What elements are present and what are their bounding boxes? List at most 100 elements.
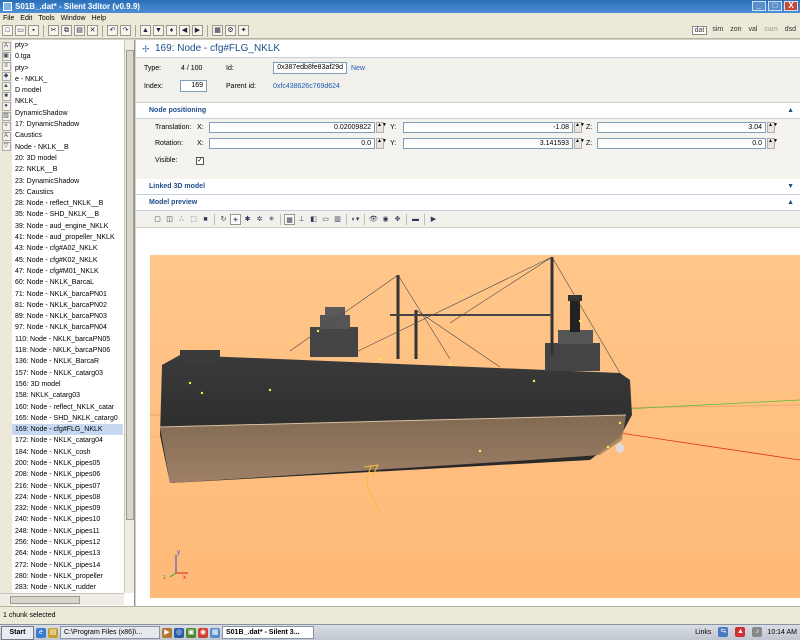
tree-item[interactable]: 208: Node - NKLK_pipes06 bbox=[12, 469, 123, 480]
tab-dsd[interactable]: dsd bbox=[783, 26, 798, 35]
camera-orbit-icon[interactable]: ◉ bbox=[380, 214, 391, 225]
menu-help[interactable]: Help bbox=[92, 15, 106, 22]
maximize-button[interactable]: □ bbox=[768, 1, 782, 11]
tree-item[interactable]: 224: Node - NKLK_pipes08 bbox=[12, 492, 123, 503]
new-id-link[interactable]: New bbox=[351, 65, 365, 72]
menu-tools[interactable]: Tools bbox=[38, 15, 54, 22]
light-on-icon[interactable]: ✱ bbox=[242, 214, 253, 225]
tree-item[interactable]: 45: Node - cfg#K02_NKLK bbox=[12, 255, 123, 266]
box-icon[interactable]: ◧ bbox=[308, 214, 319, 225]
refresh-icon[interactable]: ↻ bbox=[218, 214, 229, 225]
tree-item[interactable]: Caustics bbox=[12, 130, 123, 141]
tab-val[interactable]: val bbox=[747, 26, 760, 35]
tree-item[interactable]: 25: Caustics bbox=[12, 187, 123, 198]
solid-icon[interactable]: ■ bbox=[200, 214, 211, 225]
new-file-icon[interactable]: □ bbox=[2, 25, 13, 36]
id-field[interactable]: 0x387edb8fe83af29d bbox=[273, 62, 347, 74]
play-icon[interactable]: ▶ bbox=[428, 214, 439, 225]
tree-item[interactable]: 157: Node - NKLK_catarg03 bbox=[12, 368, 123, 379]
index-field[interactable]: 169 bbox=[180, 80, 207, 92]
collapse-icon[interactable]: ▲ bbox=[787, 199, 794, 206]
forward-icon[interactable]: ▶ bbox=[192, 25, 203, 36]
tree-item[interactable]: 60: Node - NKLK_BarcaL bbox=[12, 277, 123, 288]
tree-item[interactable]: 71: Node - NKLK_barcaPN01 bbox=[12, 289, 123, 300]
light-icon[interactable]: ✧ bbox=[1, 122, 11, 131]
translation-z-spinner[interactable]: ▲▼ bbox=[767, 122, 778, 133]
cut-icon[interactable]: ✂ bbox=[48, 25, 59, 36]
settings-icon[interactable]: ⚙ bbox=[225, 25, 236, 36]
bookmark-icon[interactable]: ♦ bbox=[166, 25, 177, 36]
normals-icon[interactable]: ▥ bbox=[332, 214, 343, 225]
minimize-button[interactable]: _ bbox=[752, 1, 766, 11]
rotation-y-spinner[interactable]: ▲▼ bbox=[574, 138, 585, 149]
translation-x-field[interactable]: 0.02009822 bbox=[209, 122, 375, 133]
visible-checkbox[interactable]: ✓ bbox=[196, 157, 204, 165]
app-icon[interactable]: ◎ bbox=[174, 627, 184, 638]
menu-edit[interactable]: Edit bbox=[20, 15, 32, 22]
tree-item[interactable]: e - NKLK_ bbox=[12, 74, 123, 85]
tree-item[interactable]: D model bbox=[12, 85, 123, 96]
text-icon[interactable]: ≡ bbox=[1, 62, 11, 71]
task-silent3ditor[interactable]: S01B_.dat* - Silent 3... bbox=[222, 626, 314, 639]
tree-item[interactable]: 97: Node - NKLK_barcaPN04 bbox=[12, 322, 123, 333]
start-button[interactable]: Start bbox=[1, 625, 34, 640]
vertices-icon[interactable]: ∴ bbox=[176, 214, 187, 225]
cube-front-icon[interactable]: ▢ bbox=[152, 214, 163, 225]
media-icon[interactable]: ▶ bbox=[162, 627, 172, 638]
rotation-x-spinner[interactable]: ▲▼ bbox=[376, 138, 387, 149]
tree-item[interactable]: 184: Node - NKLK_cosh bbox=[12, 447, 123, 458]
tree-item[interactable]: 240: Node - NKLK_pipes10 bbox=[12, 514, 123, 525]
tree-item[interactable]: 283: Node - NKLK_rudder bbox=[12, 582, 123, 593]
model-viewport[interactable]: y z x bbox=[150, 255, 800, 598]
tab-sim[interactable]: sim bbox=[710, 26, 725, 35]
tree-item[interactable]: 248: Node - NKLK_pipes11 bbox=[12, 526, 123, 537]
tree-item[interactable]: 200: Node - NKLK_pipes05 bbox=[12, 458, 123, 469]
tree-item[interactable]: pty> bbox=[12, 40, 123, 51]
tree-item[interactable]: 47: Node - cfg#M01_NKLK bbox=[12, 266, 123, 277]
collapse-icon[interactable]: ▲ bbox=[787, 107, 794, 114]
cube-side-icon[interactable]: ◫ bbox=[164, 214, 175, 225]
tree-item[interactable]: 136: Node - NKLK_BarcaR bbox=[12, 356, 123, 367]
paste-icon[interactable]: ▤ bbox=[74, 25, 85, 36]
tree-item[interactable]: 158: NKLK_catarg03 bbox=[12, 390, 123, 401]
tree-item[interactable]: 169: Node - cfg#FLG_NKLK bbox=[12, 424, 123, 436]
network-icon[interactable]: ⇆ bbox=[718, 627, 729, 637]
links-toolbar[interactable]: Links bbox=[695, 629, 711, 636]
shadow-icon[interactable]: ■ bbox=[1, 92, 11, 101]
linked-model-header[interactable]: Linked 3D model ▼ bbox=[136, 179, 800, 195]
node-positioning-header[interactable]: Node positioning ▲ bbox=[136, 103, 800, 119]
tree-item[interactable]: pty> bbox=[12, 63, 123, 74]
filter-icon[interactable]: ▽ bbox=[1, 142, 11, 151]
volume-icon[interactable]: ♪ bbox=[752, 627, 763, 637]
tree-horizontal-scrollbar[interactable] bbox=[0, 593, 124, 605]
tree-item[interactable]: 264: Node - NKLK_pipes13 bbox=[12, 548, 123, 559]
undo-icon[interactable]: ↶ bbox=[107, 25, 118, 36]
image-icon[interactable]: ▣ bbox=[1, 52, 11, 61]
plugin-icon[interactable]: ✦ bbox=[238, 25, 249, 36]
translation-z-field[interactable]: 3.04 bbox=[597, 122, 766, 133]
label-icon[interactable]: A bbox=[1, 132, 11, 141]
tree-item[interactable]: 110: Node - NKLK_barcaPN05 bbox=[12, 334, 123, 345]
rotation-z-spinner[interactable]: ▲▼ bbox=[767, 138, 778, 149]
antivirus-icon[interactable]: ▲ bbox=[735, 627, 746, 637]
tree-item[interactable]: 118: Node - NKLK_barcaPN06 bbox=[12, 345, 123, 356]
chunk-tree[interactable]: pty> 0.tga pty> e - NKLK_ D model NKLK_ Dynami… bbox=[12, 40, 123, 606]
tab-dat[interactable]: dat bbox=[691, 26, 708, 35]
tree-item[interactable]: 23: DynamicShadow bbox=[12, 176, 123, 187]
explorer-icon[interactable]: ▤ bbox=[48, 627, 58, 638]
tree-item[interactable]: NKLK_ bbox=[12, 96, 123, 107]
redo-icon[interactable]: ↷ bbox=[120, 25, 131, 36]
render-mode-dropdown[interactable]: ◐▾ bbox=[350, 214, 361, 225]
close-button[interactable]: X bbox=[784, 1, 798, 11]
app-icon[interactable]: ▦ bbox=[210, 627, 220, 638]
task-explorer[interactable]: C:\Program Files (x86)\... bbox=[60, 626, 160, 639]
camera-view-icon[interactable]: 👁 bbox=[368, 214, 379, 225]
scroll-thumb[interactable] bbox=[126, 50, 134, 520]
tree-item[interactable]: 20: 3D model bbox=[12, 153, 123, 164]
scroll-thumb[interactable] bbox=[10, 596, 80, 604]
rotation-y-field[interactable]: 3.141593 bbox=[403, 138, 573, 149]
tree-item[interactable]: 256: Node - NKLK_pipes12 bbox=[12, 537, 123, 548]
tree-item[interactable]: DynamicShadow bbox=[12, 108, 123, 119]
grid-icon[interactable]: ▦ bbox=[284, 213, 295, 225]
tree-item[interactable]: 89: Node - NKLK_barcaPN03 bbox=[12, 311, 123, 322]
